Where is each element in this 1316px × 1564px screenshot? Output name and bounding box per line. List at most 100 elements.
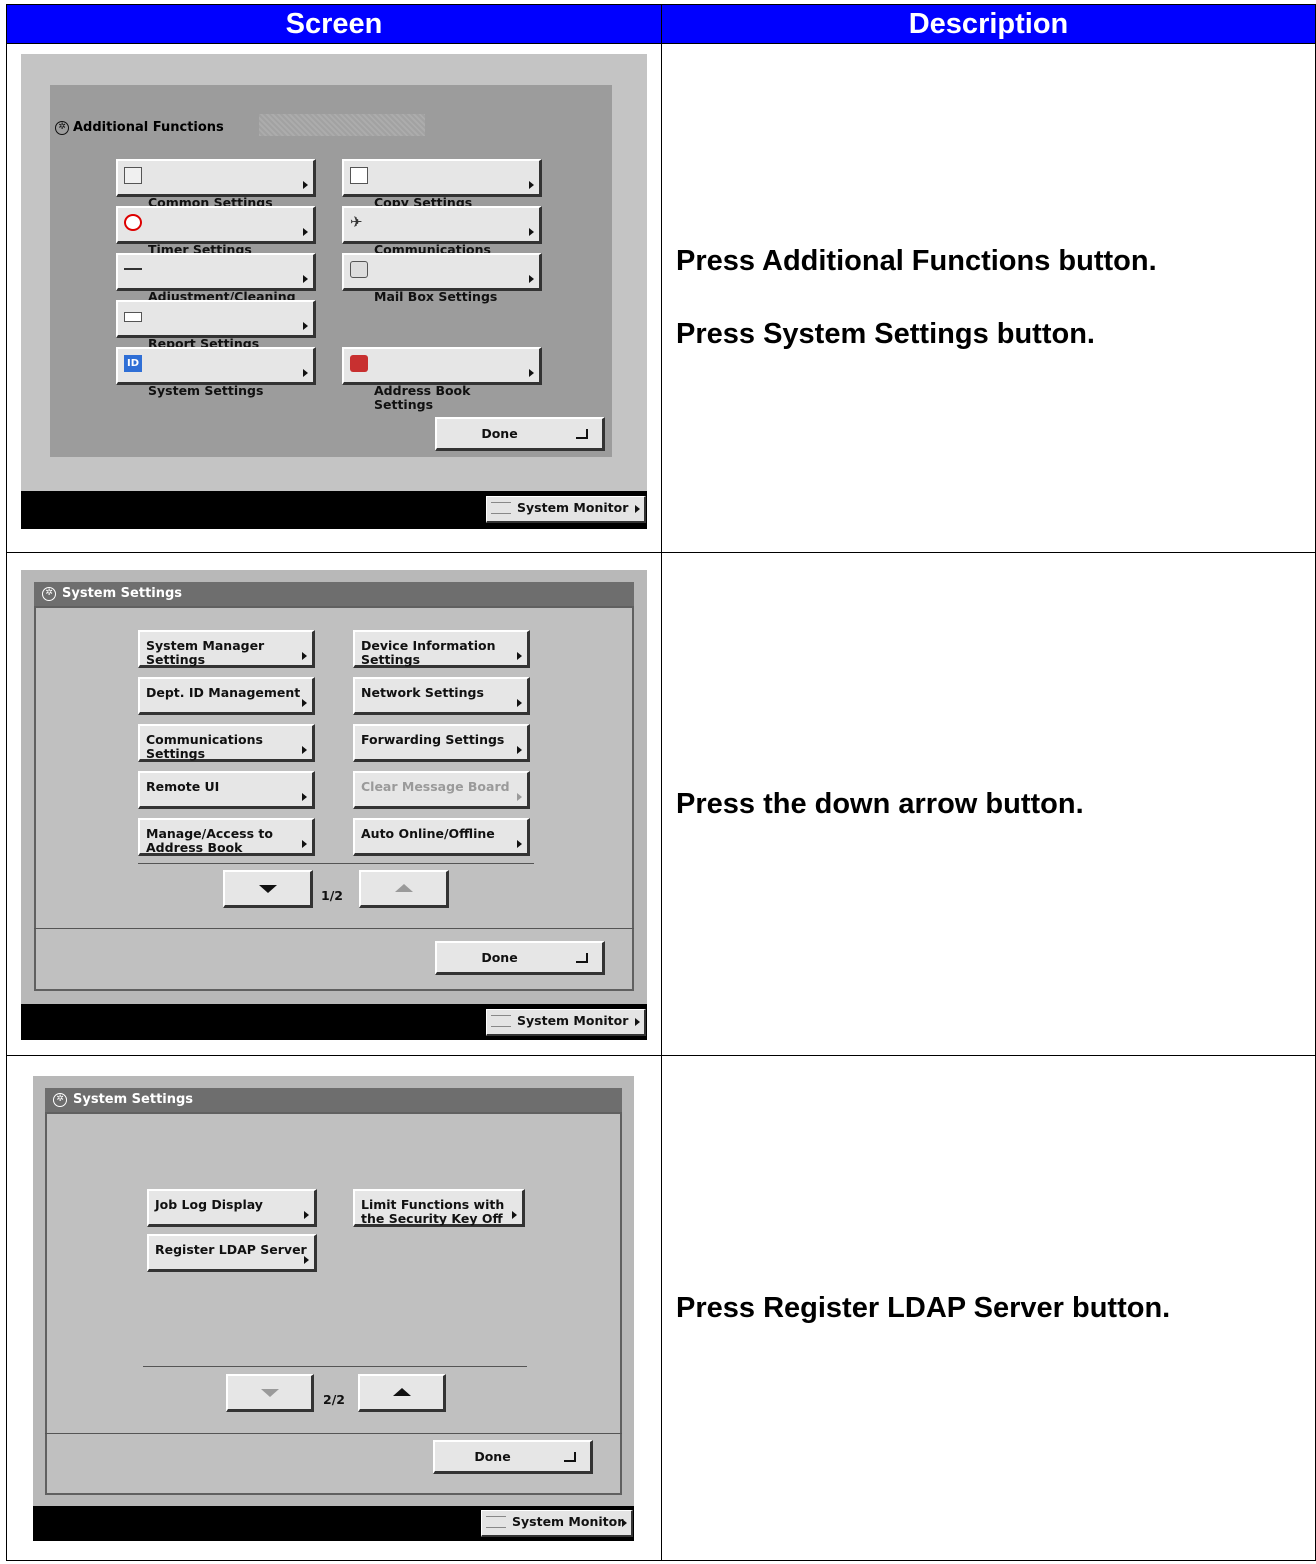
dept-id-management-label: Dept. ID Management [146,685,301,700]
page-up-button[interactable] [358,1374,446,1412]
forwarding-settings-label: Forwarding Settings [361,732,505,747]
communications-settings-label: Communications Settings [146,732,263,761]
system-manager-settings-button[interactable]: System Manager Settings [138,630,315,668]
device-screen-system-settings-page1: ✲ System Settings System Manager Setting… [21,570,647,1040]
timer-settings-button[interactable]: Timer Settings [116,206,316,257]
settings-panel [34,606,634,991]
device-information-settings-label: Device Information Settings [361,638,496,667]
page-down-button[interactable] [226,1374,314,1412]
description-line: Press Register LDAP Server button. [676,1291,1171,1324]
done-label: Done [481,950,518,965]
copy-settings-button[interactable]: Copy Settings [342,159,542,210]
network-settings-button[interactable]: Network Settings [353,677,530,715]
system-monitor-label: System Monitor [517,1013,629,1028]
register-ldap-server-label: Register LDAP Server [155,1242,307,1257]
screen-cell-2: ✲ System Settings System Manager Setting… [6,552,662,1056]
arrow-icon [303,181,308,189]
description-cell-1: Press Additional Functions button. Press… [661,43,1316,553]
enter-icon [564,1452,576,1462]
arrow-icon [517,840,522,848]
clear-message-board-label: Clear Message Board [361,779,510,794]
divider [45,1433,622,1434]
settings-icon: ✲ [42,587,56,601]
arrow-icon [303,275,308,283]
mail-box-settings-label: Mail Box Settings [374,289,498,304]
arrow-icon [529,275,534,283]
title-bar: ✲ System Settings [34,582,634,606]
arrow-icon [303,228,308,236]
settings-icon: ✲ [53,1093,67,1107]
communications-settings-button[interactable]: Communications Settings [138,724,315,762]
job-log-display-button[interactable]: Job Log Display [147,1189,317,1227]
arrow-icon [302,699,307,707]
device-screen-system-settings-page2: ✲ System Settings Job Log Display Limit … [33,1076,634,1541]
system-monitor-label: System Monitor [512,1514,624,1529]
arrow-icon [635,1018,640,1026]
done-label: Done [481,426,518,441]
arrow-icon [512,1211,517,1219]
instruction-table: Screen Description ✲ Additional Function… [6,4,1316,1561]
header-description: Description [661,4,1316,44]
manage-access-address-book-label: Manage/Access to Address Book [146,826,273,855]
monitor-icon [491,1015,511,1027]
screen-title: System Settings [62,586,183,601]
common-settings-button[interactable]: Common Settings [116,159,316,210]
remote-ui-button[interactable]: Remote UI [138,771,315,809]
limit-functions-label: Limit Functions with the Security Key Of… [361,1197,505,1226]
description-cell-3: Press Register LDAP Server button. [661,1055,1316,1561]
arrow-icon [304,1256,309,1264]
communications-settings-button[interactable]: ✈ Communications Settings [342,206,542,271]
paper-plane-icon: ✈ [350,213,363,231]
arrow-icon [622,1519,627,1527]
auto-online-offline-button[interactable]: Auto Online/Offline [353,818,530,856]
description-cell-2: Press the down arrow button. [661,552,1316,1056]
arrow-icon [303,322,308,330]
limit-functions-button[interactable]: Limit Functions with the Security Key Of… [353,1189,525,1227]
up-arrow-icon [394,883,413,892]
dept-id-management-button[interactable]: Dept. ID Management [138,677,315,715]
down-arrow-icon [260,1388,279,1397]
page-indicator: 1/2 [321,888,343,903]
address-book-icon [350,355,368,372]
adjustment-cleaning-button[interactable]: Adjustment/Cleaning [116,253,316,304]
screen-cell-3: ✲ System Settings Job Log Display Limit … [6,1055,662,1561]
screen-title: System Settings [73,1092,194,1107]
title-bar: ✲ System Settings [45,1088,622,1112]
report-icon [124,312,142,322]
register-ldap-server-button[interactable]: Register LDAP Server [147,1234,317,1272]
arrow-icon [529,228,534,236]
forwarding-settings-button[interactable]: Forwarding Settings [353,724,530,762]
description-line: Press System Settings button. [676,318,1095,350]
copy-icon [350,167,368,184]
done-button[interactable]: Done [433,1440,593,1474]
page-down-button[interactable] [223,870,313,908]
arrow-icon [517,699,522,707]
list-divider [138,863,534,864]
address-book-settings-button[interactable]: Address Book Settings [342,347,542,412]
system-monitor-button[interactable]: System Monitor [486,496,646,523]
clear-message-board-button[interactable]: Clear Message Board [353,771,530,809]
arrow-icon [302,840,307,848]
system-monitor-button[interactable]: System Monitor [486,1009,646,1036]
system-monitor-button[interactable]: System Monitor [481,1510,633,1537]
system-settings-button[interactable]: ID System Settings [116,347,316,398]
system-monitor-label: System Monitor [517,500,629,515]
report-settings-button[interactable]: Report Settings [116,300,316,351]
page-up-button[interactable] [359,870,449,908]
mail-box-settings-button[interactable]: Mail Box Settings [342,253,542,304]
network-settings-label: Network Settings [361,685,484,700]
arrow-icon [529,369,534,377]
header-screen: Screen [6,4,662,44]
done-label: Done [474,1449,511,1464]
arrow-icon [517,746,522,754]
description-line: Press Additional Functions button. [676,245,1157,277]
done-button[interactable]: Done [435,417,605,451]
id-icon: ID [124,355,142,372]
job-log-display-label: Job Log Display [155,1197,263,1212]
manage-access-address-book-button[interactable]: Manage/Access to Address Book [138,818,315,856]
device-information-settings-button[interactable]: Device Information Settings [353,630,530,668]
system-manager-settings-label: System Manager Settings [146,638,265,667]
enter-icon [576,953,588,963]
arrow-icon [517,652,522,660]
done-button[interactable]: Done [435,941,605,975]
